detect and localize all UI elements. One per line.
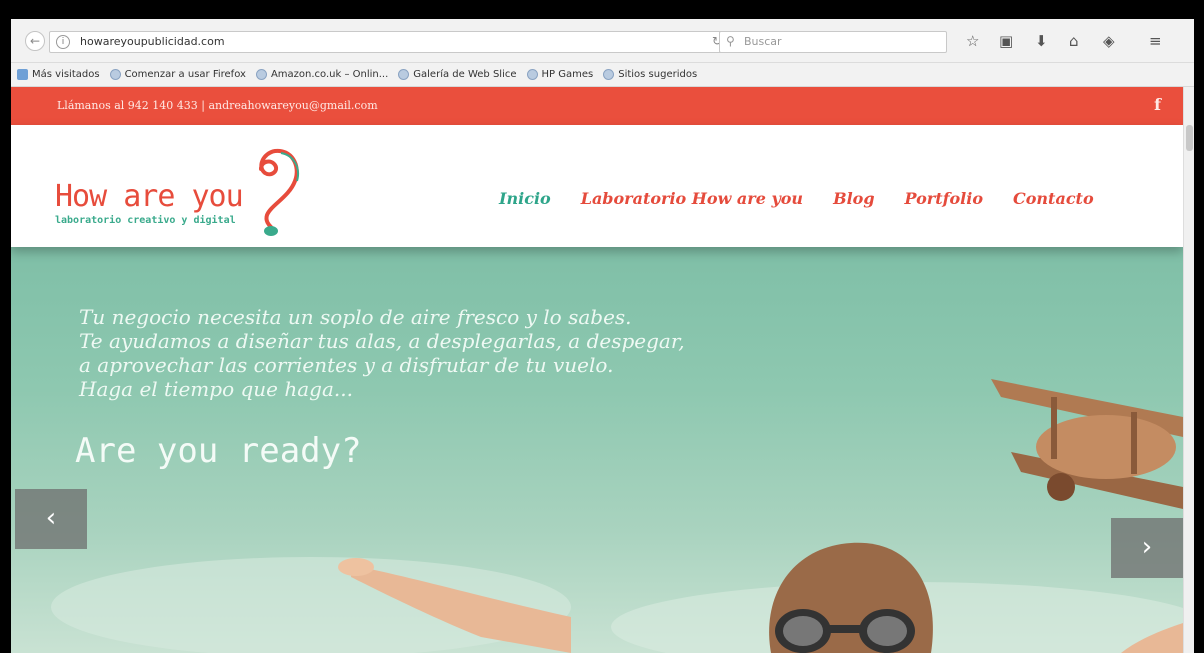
bookmark-most-visited[interactable]: Más visitados	[17, 69, 100, 80]
hero-line: Tu negocio necesita un soplo de aire fre…	[79, 305, 632, 329]
menu-item-laboratorio[interactable]: Laboratorio How are you	[581, 189, 803, 208]
hero-line: Te ayudamos a diseñar tus alas, a desple…	[79, 329, 685, 353]
search-icon: ⚲	[726, 34, 735, 48]
aviator-child-icon	[769, 542, 933, 653]
bookmark-firefox[interactable]: Comenzar a usar Firefox	[109, 69, 246, 80]
browser-toolbar: ← i howareyoupublicidad.com ↻ ⚲ Buscar ☆…	[11, 19, 1194, 63]
logo-text: How are you	[55, 179, 244, 214]
scroll-thumb[interactable]	[1186, 125, 1193, 151]
menu-icon[interactable]: ≡	[1149, 32, 1162, 50]
hero-tagline: Tu negocio necesita un soplo de aire fre…	[79, 305, 685, 401]
main-menu: Inicio Laboratorio How are you Blog Port…	[499, 189, 1094, 208]
contact-topbar: Llámanos al 942 140 433 | andreahowareyo…	[11, 87, 1183, 125]
bookmark-suggested[interactable]: Sitios sugeridos	[603, 69, 697, 80]
slider-next-button[interactable]: ›	[1111, 518, 1183, 578]
back-button[interactable]: ←	[25, 31, 45, 51]
slider-prev-button[interactable]: ‹	[15, 489, 87, 549]
toy-plane-icon	[991, 379, 1183, 509]
hero-slider: Tu negocio necesita un soplo de aire fre…	[11, 247, 1183, 653]
hero-title: Are you ready?	[75, 431, 362, 471]
logo-swirl-icon	[259, 148, 299, 236]
site-logo[interactable]: How are you laboratorio creativo y digit…	[41, 135, 341, 245]
pocket-icon[interactable]: ◈	[1103, 32, 1115, 50]
site-header: How are you laboratorio creativo y digit…	[11, 125, 1183, 247]
globe-icon	[603, 69, 615, 80]
search-placeholder: Buscar	[744, 35, 782, 48]
url-text: howareyoupublicidad.com	[80, 35, 225, 48]
bookmark-star-icon[interactable]: ☆	[966, 32, 979, 50]
menu-item-portfolio[interactable]: Portfolio	[905, 189, 983, 208]
menu-item-inicio[interactable]: Inicio	[499, 189, 551, 208]
hero-line: Haga el tiempo que haga...	[79, 377, 353, 401]
bookmark-hp-games[interactable]: HP Games	[526, 69, 593, 80]
globe-icon	[255, 69, 267, 80]
menu-item-contacto[interactable]: Contacto	[1013, 189, 1094, 208]
info-icon[interactable]: i	[56, 35, 70, 49]
download-icon[interactable]: ⬇	[1035, 32, 1048, 50]
logo-tagline: laboratorio creativo y digital	[55, 215, 236, 226]
url-bar[interactable]: i howareyoupublicidad.com ↻	[49, 31, 729, 53]
bookmarks-bar: Más visitados Comenzar a usar Firefox Am…	[11, 63, 1194, 87]
globe-icon	[109, 69, 121, 80]
bookmark-web-slice[interactable]: Galería de Web Slice	[398, 69, 517, 80]
home-icon[interactable]: ⌂	[1069, 32, 1079, 50]
globe-icon	[398, 69, 410, 80]
search-input[interactable]: ⚲ Buscar	[719, 31, 947, 53]
hero-line: a aprovechar las corrientes y a disfruta…	[79, 353, 614, 377]
page-scrollbar[interactable]	[1183, 87, 1194, 653]
globe-icon	[526, 69, 538, 80]
clipboard-icon[interactable]: ▣	[999, 32, 1013, 50]
menu-item-blog[interactable]: Blog	[833, 189, 874, 208]
facebook-icon[interactable]: f	[1154, 95, 1161, 114]
webpage: Llámanos al 942 140 433 | andreahowareyo…	[11, 87, 1183, 653]
contact-info[interactable]: Llámanos al 942 140 433 | andreahowareyo…	[57, 99, 378, 112]
bookmark-icon	[17, 69, 28, 80]
bookmark-amazon[interactable]: Amazon.co.uk – Onlin...	[255, 69, 388, 80]
browser-window: ← i howareyoupublicidad.com ↻ ⚲ Buscar ☆…	[11, 19, 1194, 653]
